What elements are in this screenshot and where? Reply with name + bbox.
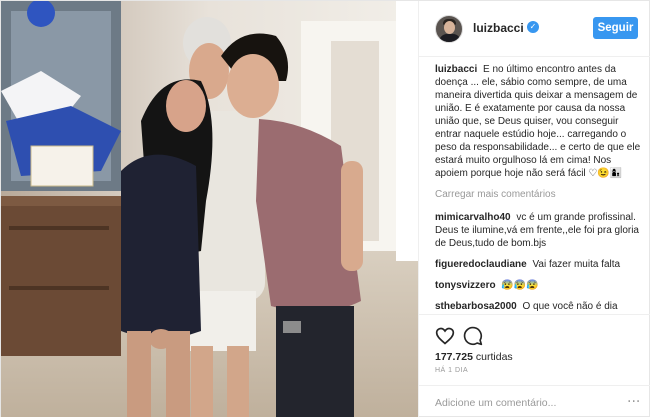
comment-item: tonysvizzero 😰😰😰 xyxy=(435,279,645,292)
caption-username[interactable]: luizbacci xyxy=(435,64,477,75)
comment-username[interactable]: sthebarbosa2000 xyxy=(435,301,517,312)
likes-count: 177.725 xyxy=(435,351,473,363)
more-options-icon[interactable]: ··· xyxy=(627,394,643,410)
post-header: luizbacci ✓ Seguir xyxy=(419,1,650,57)
likes-summary[interactable]: 177.725 curtidas xyxy=(435,351,513,363)
comment-username[interactable]: figueredoclaudiane xyxy=(435,259,527,270)
add-comment-bar: ··· xyxy=(419,385,650,417)
heart-icon[interactable] xyxy=(435,326,455,346)
comment-item: mimicarvalho40 vc é um grande profissina… xyxy=(435,211,645,250)
post-timestamp[interactable]: HÁ 1 DIA xyxy=(435,367,468,374)
caption: luizbacci E no último encontro antes da … xyxy=(435,63,645,180)
comment-item: figueredoclaudiane Vai fazer muita falta xyxy=(435,258,645,271)
likes-label: curtidas xyxy=(475,351,513,363)
comment-bubble-icon[interactable] xyxy=(463,326,483,346)
comment-text: Vai fazer muita falta xyxy=(532,259,621,270)
add-comment-input[interactable] xyxy=(435,394,615,412)
load-more-comments-link[interactable]: Carregar mais comentários xyxy=(435,188,645,201)
comment-text: O que você não é dia xyxy=(522,301,618,312)
post-photo[interactable] xyxy=(1,1,418,417)
header-username[interactable]: luizbacci xyxy=(473,21,524,35)
follow-button[interactable]: Seguir xyxy=(593,17,638,39)
instagram-post: luizbacci ✓ Seguir luizbacci E no último… xyxy=(0,0,650,417)
caption-text: E no último encontro antes da doença ...… xyxy=(435,64,641,179)
post-photo-illustration xyxy=(1,1,418,417)
post-actions: 177.725 curtidas HÁ 1 DIA ··· xyxy=(419,314,650,417)
verified-badge-icon: ✓ xyxy=(527,21,539,33)
comment-text: 😰😰😰 xyxy=(501,280,539,291)
avatar[interactable] xyxy=(435,15,463,43)
comments-section[interactable]: luizbacci E no último encontro antes da … xyxy=(435,63,645,313)
comment-username[interactable]: mimicarvalho40 xyxy=(435,212,511,223)
comment-item: sthebarbosa2000 O que você não é dia xyxy=(435,300,645,313)
comment-username[interactable]: tonysvizzero xyxy=(435,280,496,291)
post-details-panel: luizbacci ✓ Seguir luizbacci E no último… xyxy=(418,1,650,417)
